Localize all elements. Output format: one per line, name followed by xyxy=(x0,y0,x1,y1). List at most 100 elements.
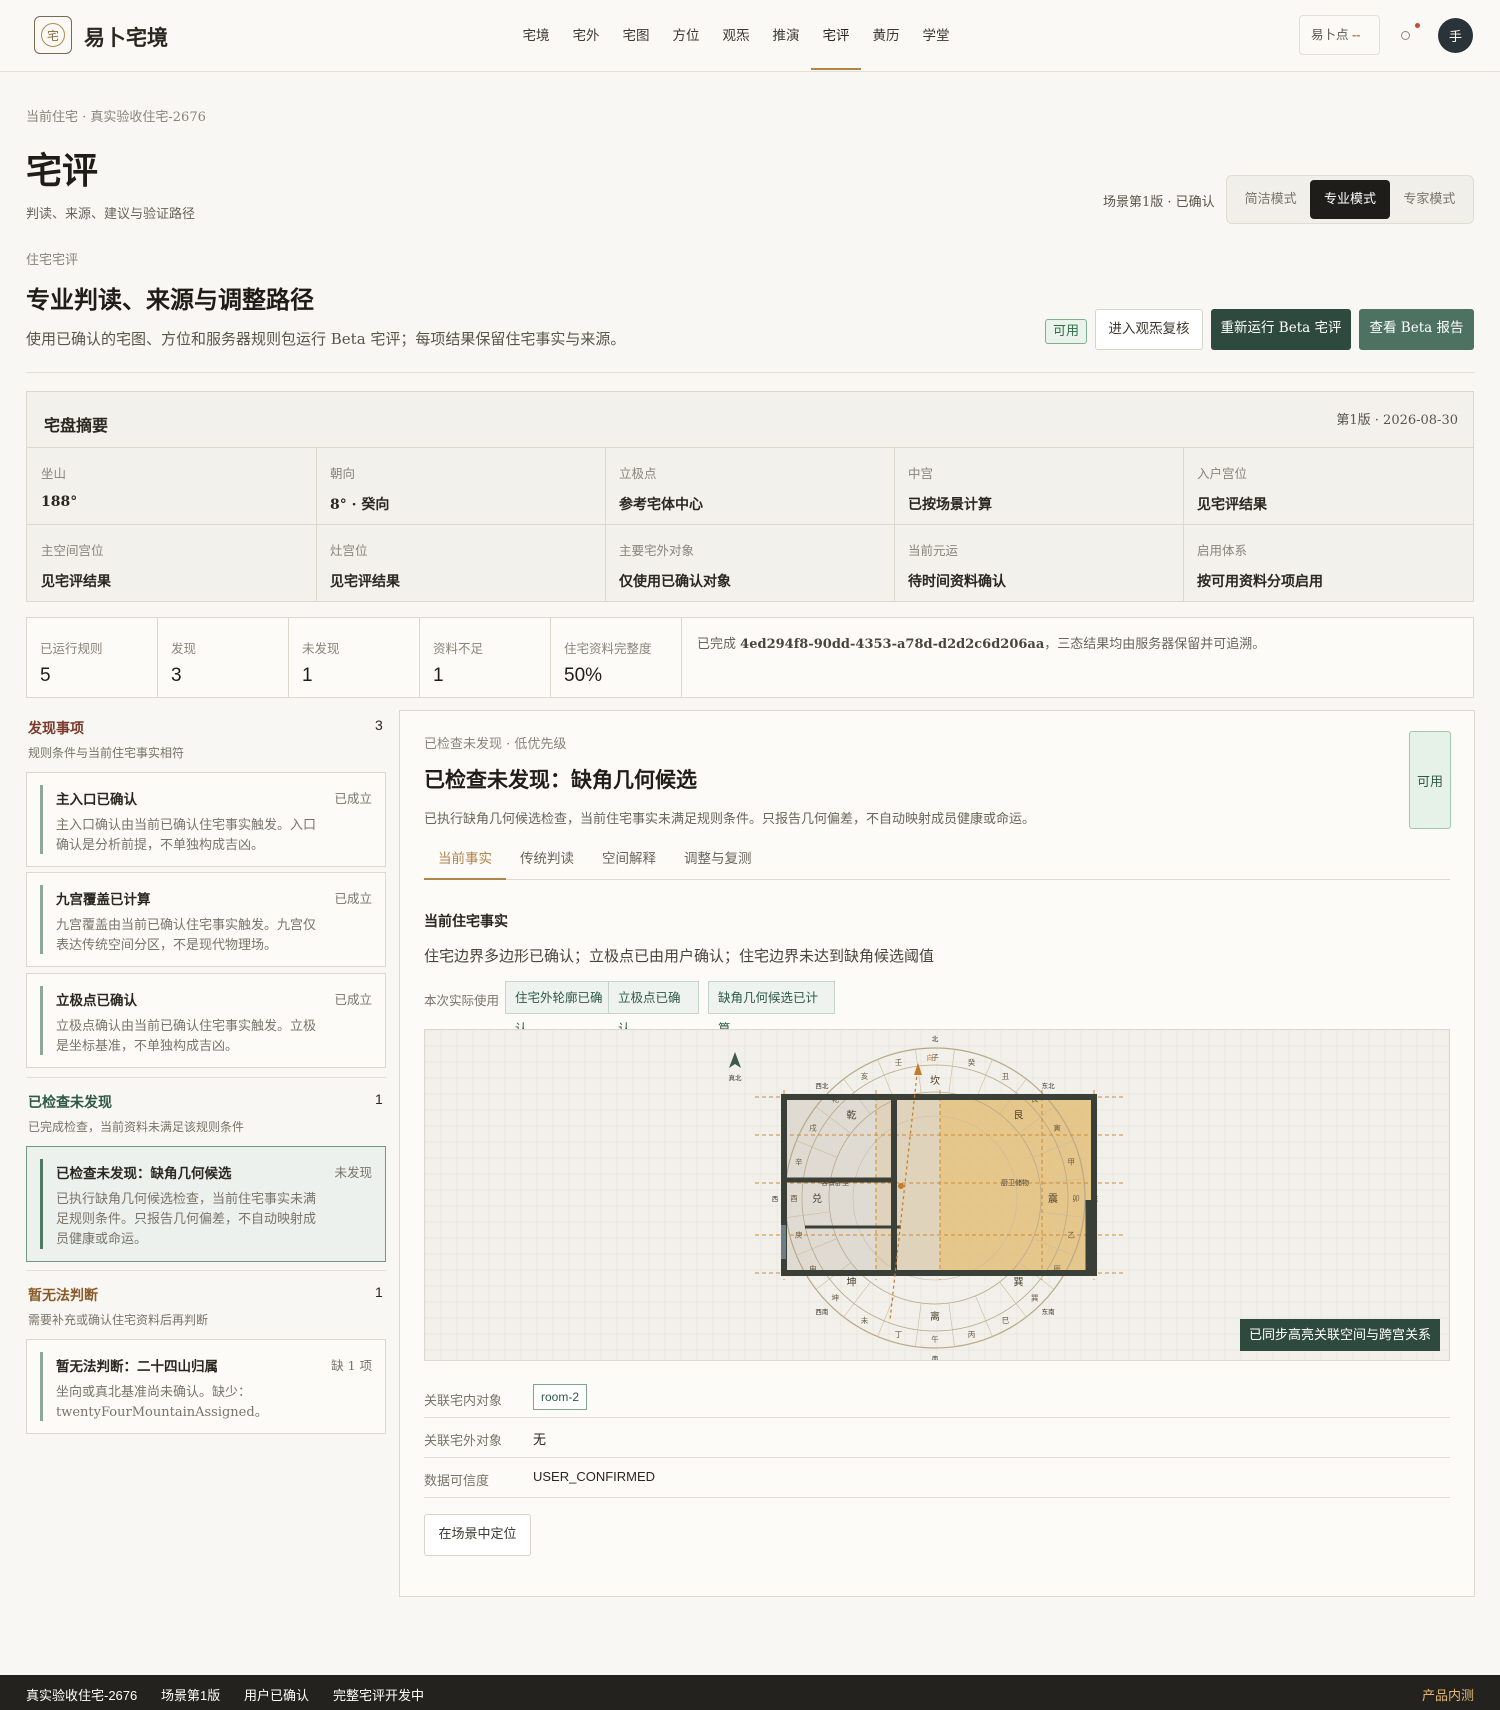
mountain-label: 亥 xyxy=(861,1071,869,1081)
points-value: -- xyxy=(1352,28,1361,42)
nav-item[interactable]: 宅外 xyxy=(561,0,611,70)
nav-item[interactable]: 学堂 xyxy=(911,0,961,70)
finding-card[interactable]: 暂无法判断：二十四山归属 缺 1 项坐向或真北基准尚未确认。缺少：twentyFo… xyxy=(26,1339,386,1434)
compass-tick xyxy=(948,1049,955,1093)
floorplan-diagram[interactable]: 子癸丑艮寅甲卯乙辰巽巳丙午丁未坤申庚酉辛戌乾亥壬坎北艮东北震东巽东南离南坤西南兑… xyxy=(424,1029,1450,1361)
trigram-label: 坎 xyxy=(930,1074,940,1087)
notification-dot-icon xyxy=(1415,23,1420,28)
card-title: 已检查未发现：缺角几何候选 xyxy=(56,1166,232,1182)
card-description: 九宫覆盖由当前已确认住宅事实触发。九宫仅表达传统空间分区，不是现代物理场。 xyxy=(56,918,317,953)
nav-item[interactable]: 宅图 xyxy=(611,0,661,70)
finding-card[interactable]: 主入口已确认 已成立 主入口确认由当前已确认住宅事实触发。入口确认是分析前提，不单独… xyxy=(26,772,386,867)
meta-row: 关联宅内对象 room-2 xyxy=(424,1378,1450,1418)
stat-value: 3 xyxy=(171,665,182,686)
run-note-prefix: 已完成 xyxy=(697,637,737,652)
view-report-button[interactable]: 查看 Beta 报告 xyxy=(1359,309,1474,350)
summary-cell: 中宫 已按场景计算 xyxy=(894,447,1184,524)
meta-key: 关联宅内对象 xyxy=(424,1394,503,1409)
mountain-label: 丁 xyxy=(895,1330,903,1339)
group-count: 1 xyxy=(375,1091,383,1107)
nav-item[interactable]: 方位 xyxy=(661,0,711,70)
mode-option[interactable]: 简洁模式 xyxy=(1231,180,1310,219)
window xyxy=(781,1225,786,1259)
footer-item: 场景第1版 xyxy=(161,1688,221,1703)
avatar[interactable]: 手 xyxy=(1438,18,1473,53)
run-note-suffix: ，三态结果均由服务器保留并可追溯。 xyxy=(1044,637,1266,652)
status-badge: 可用 xyxy=(1045,319,1087,344)
sync-highlight-badge: 已同步高亮关联空间与跨宫关系 xyxy=(1239,1319,1440,1351)
detail-status-badge: 可用 xyxy=(1409,731,1451,829)
detail-tab[interactable]: 空间解释 xyxy=(588,839,670,880)
summary-cell-value: 见宅评结果 xyxy=(1197,497,1267,513)
section-title: 专业判读、来源与调整路径 xyxy=(26,285,314,314)
finding-card[interactable]: 立极点已确认 已成立 立极点确认由当前已确认住宅事实触发。立极是坐标基准，不单独构成… xyxy=(26,973,386,1068)
group-count: 1 xyxy=(375,1284,383,1300)
run-note: 已完成 4ed294f8-90dd-4353-a78d-d2d2c6d206aa… xyxy=(697,633,1265,652)
points-balance[interactable]: 易卜点 -- xyxy=(1299,15,1380,55)
summary-cell-key: 中宫 xyxy=(908,466,934,481)
logo-mark-icon: 宅 xyxy=(41,23,65,47)
summary-cell-key: 主要宅外对象 xyxy=(619,543,695,558)
mode-option[interactable]: 专业模式 xyxy=(1310,180,1390,219)
fact-heading: 当前住宅事实 xyxy=(424,914,508,930)
group-title: 发现事项 xyxy=(28,721,84,737)
summary-cell-value: 仅使用已确认对象 xyxy=(619,574,731,590)
stat-item: 发现 3 xyxy=(158,618,289,697)
summary-cell-value: 待时间资料确认 xyxy=(908,574,1006,590)
used-chip: 立极点已确认 xyxy=(608,981,699,1036)
nav-item[interactable]: 推演 xyxy=(761,0,811,70)
meta-row: 数据可信度 USER_CONFIRMED xyxy=(424,1458,1450,1498)
meta-key: 关联宅外对象 xyxy=(424,1434,503,1449)
direction-label: 南 xyxy=(932,1354,939,1361)
main-nav: 宅境 宅外 宅图 方位 观炁 推演 宅评 黄历 学堂 xyxy=(511,0,961,72)
stats-bar: 已完成 4ed294f8-90dd-4353-a78d-d2d2c6d206aa… xyxy=(26,617,1474,698)
nav-item[interactable]: 宅境 xyxy=(511,0,561,70)
page-subtitle: 判读、来源、建议与验证路径 xyxy=(26,207,196,222)
card-status: 已成立 xyxy=(334,891,372,906)
summary-cell: 启用体系 按可用资料分项启用 xyxy=(1183,524,1474,601)
rerun-beta-button[interactable]: 重新运行 Beta 宅评 xyxy=(1211,309,1351,350)
detail-tab[interactable]: 传统判读 xyxy=(506,839,588,880)
meta-key: 数据可信度 xyxy=(424,1474,490,1489)
points-label: 易卜点 xyxy=(1311,28,1349,42)
room-label: 客餐卧室 xyxy=(821,1178,849,1187)
meta-chip[interactable]: room-2 xyxy=(533,1384,588,1410)
trigram-label: 乾 xyxy=(847,1109,857,1122)
direction-label: 东南 xyxy=(1042,1307,1056,1316)
top-header: 宅 易卜宅境 宅境 宅外 宅图 方位 观炁 推演 宅评 黄历 学堂 易卜点 -- 手 xyxy=(0,0,1500,72)
mountain-label: 未 xyxy=(861,1315,869,1325)
card-accent-bar xyxy=(40,986,43,1055)
room-label: 厨卫储物 xyxy=(1001,1178,1029,1187)
summary-cell: 当前元运 待时间资料确认 xyxy=(894,524,1184,601)
footer-item: 真实验收住宅-2676 xyxy=(26,1688,138,1703)
nav-item[interactable]: 宅评 xyxy=(811,0,861,70)
direction-label: 东北 xyxy=(1042,1081,1056,1090)
enter-review-button[interactable]: 进入观炁复核 xyxy=(1095,309,1203,350)
detail-tab[interactable]: 当前事实 xyxy=(424,839,506,880)
notification-icon[interactable] xyxy=(1401,31,1410,40)
detail-tab[interactable]: 调整与复测 xyxy=(670,839,766,880)
card-status: 已成立 xyxy=(334,992,372,1007)
mountain-label: 巽 xyxy=(1031,1294,1039,1303)
nav-item[interactable]: 观炁 xyxy=(711,0,761,70)
mountain-label: 丑 xyxy=(1002,1072,1010,1081)
room-mid-fill xyxy=(876,1097,940,1273)
summary-cell: 灶宫位 见宅评结果 xyxy=(316,524,606,601)
summary-cell: 主空间宫位 见宅评结果 xyxy=(27,524,317,601)
mode-option[interactable]: 专家模式 xyxy=(1390,180,1469,219)
floorplan-svg[interactable]: 子癸丑艮寅甲卯乙辰巽巳丙午丁未坤申庚酉辛戌乾亥壬坎北艮东北震 东巽东南离南坤西南兑… xyxy=(425,1030,1450,1361)
finding-card[interactable]: 已检查未发现：缺角几何候选 未发现 已执行缺角几何候选检查，当前住宅事实未满足规则条… xyxy=(26,1146,386,1262)
summary-panel: 宅盘摘要 第1版 · 2026-08-30 坐山 188° 朝向 8° · 癸向 立极点… xyxy=(26,391,1474,602)
facing-label: 向 xyxy=(927,1053,934,1062)
section-label: 住宅宅评 xyxy=(26,253,79,268)
summary-cell-key: 立极点 xyxy=(619,466,657,481)
finding-card[interactable]: 九宫覆盖已计算 已成立 九宫覆盖由当前已确认住宅事实触发。九宫仅表达传统空间分区，不… xyxy=(26,872,386,967)
mode-switcher: 简洁模式 专业模式 专家模式 xyxy=(1226,175,1474,224)
logo[interactable]: 宅 xyxy=(34,16,72,54)
summary-cell-key: 入户宫位 xyxy=(1197,466,1248,481)
card-accent-bar xyxy=(40,785,43,854)
north-arrow-icon xyxy=(729,1052,741,1068)
nav-item[interactable]: 黄历 xyxy=(861,0,911,70)
stat-key: 已运行规则 xyxy=(40,641,103,656)
locate-in-scene-button[interactable]: 在场景中定位 xyxy=(424,1514,531,1556)
